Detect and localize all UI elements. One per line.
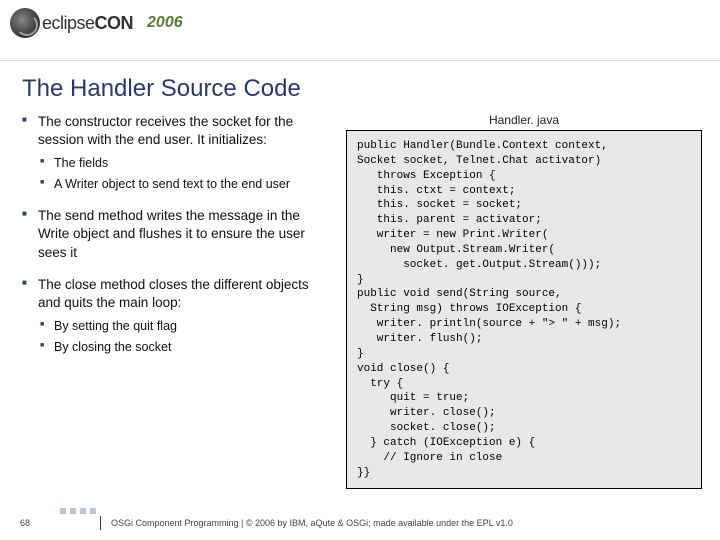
slide-title: The Handler Source Code bbox=[22, 75, 720, 103]
slide-footer: 68 OSGi Component Programming | © 2006 b… bbox=[0, 516, 720, 530]
code-filename: Handler. java bbox=[346, 113, 702, 127]
bullet-3-text: The close method closes the different ob… bbox=[38, 277, 309, 310]
page-number: 68 bbox=[0, 518, 50, 528]
bullet-2: The send method writes the message in th… bbox=[22, 207, 332, 262]
footer-ticks-icon bbox=[60, 508, 100, 514]
footer-text: OSGi Component Programming | © 2006 by I… bbox=[111, 518, 513, 528]
bullet-1: The constructor receives the socket for … bbox=[22, 113, 332, 193]
logo-text: eclipseCON bbox=[42, 13, 133, 34]
logo-year: 2006 bbox=[147, 14, 183, 32]
bullet-column: The constructor receives the socket for … bbox=[22, 113, 332, 489]
code-box: public Handler(Bundle.Context context, S… bbox=[346, 130, 702, 489]
bullet-3a: By setting the quit flag bbox=[38, 318, 332, 335]
logo-light: eclipse bbox=[42, 13, 95, 33]
bullet-3: The close method closes the different ob… bbox=[22, 276, 332, 356]
slide-header: eclipseCON 2006 bbox=[0, 0, 720, 61]
bullet-3b: By closing the socket bbox=[38, 339, 332, 356]
slide-content: The constructor receives the socket for … bbox=[0, 113, 720, 489]
eclipsecon-logo: eclipseCON 2006 bbox=[10, 8, 183, 38]
logo-bold: CON bbox=[95, 13, 134, 33]
bullet-1-text: The constructor receives the socket for … bbox=[38, 114, 293, 147]
bullet-1b: A Writer object to send text to the end … bbox=[38, 176, 332, 193]
logo-swirl-icon bbox=[10, 8, 40, 38]
footer-divider bbox=[100, 516, 101, 530]
bullet-1a: The fields bbox=[38, 155, 332, 172]
code-column: Handler. java public Handler(Bundle.Cont… bbox=[346, 113, 702, 489]
